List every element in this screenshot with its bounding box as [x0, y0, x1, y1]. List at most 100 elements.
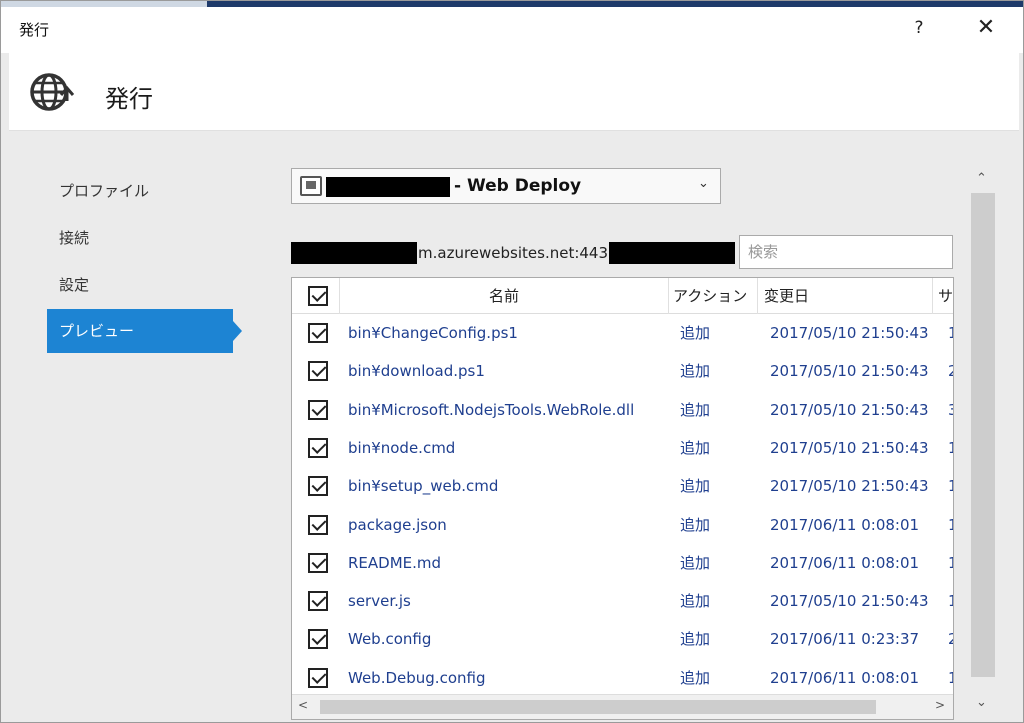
table-row[interactable]: bin¥ChangeConfig.ps1 追加 2017/05/10 21:50:4…: [292, 314, 953, 352]
table-row[interactable]: package.json 追加 2017/06/11 0:08:01 1: [292, 506, 953, 544]
table-header: 名前 アクション 変更日 サ: [292, 278, 953, 314]
row-checkbox[interactable]: [308, 437, 328, 458]
file-name: Web.config: [348, 630, 432, 649]
sidebar-item-profile[interactable]: プロファイル: [47, 169, 233, 213]
vertical-scrollbar[interactable]: ⌃ ⌄: [969, 167, 997, 721]
sidebar-item-preview[interactable]: プレビュー: [47, 309, 242, 353]
file-name: Web.Debug.config: [348, 668, 486, 687]
profile-icon: [300, 176, 322, 196]
column-header-modified[interactable]: 変更日: [764, 278, 932, 314]
column-separator[interactable]: [932, 278, 933, 314]
file-modified-date: 2017/06/11 0:08:01: [770, 553, 920, 572]
window-title: 発行: [19, 21, 50, 39]
table-row[interactable]: bin¥node.cmd 追加 2017/05/10 21:50:43 1: [292, 429, 953, 467]
horizontal-scroll-thumb[interactable]: [320, 700, 876, 714]
profile-dropdown[interactable]: - Web Deploy ⌄: [291, 168, 721, 204]
select-all-checkbox[interactable]: [308, 286, 328, 306]
file-size: 1: [948, 429, 953, 467]
row-checkbox[interactable]: [308, 514, 328, 535]
sidebar-item-connection[interactable]: 接続: [47, 216, 233, 260]
row-checkbox[interactable]: [308, 476, 328, 497]
connection-url: m.azurewebsites.net:443:: [418, 244, 614, 262]
help-button[interactable]: ?: [901, 13, 937, 43]
file-modified-date: 2017/05/10 21:50:43: [770, 477, 929, 496]
file-modified-date: 2017/05/10 21:50:43: [770, 324, 929, 342]
file-size: 1: [948, 467, 953, 505]
scroll-right-icon[interactable]: >: [935, 698, 945, 712]
sidebar-item-settings[interactable]: 設定: [47, 263, 233, 307]
file-name: bin¥ChangeConfig.ps1: [348, 324, 518, 342]
table-row[interactable]: Web.config 追加 2017/06/11 0:23:37 2: [292, 620, 953, 658]
scroll-up-icon[interactable]: ⌃: [976, 171, 987, 186]
table-row[interactable]: Web.Debug.config 追加 2017/06/11 0:08:01 1: [292, 659, 953, 697]
redacted-profile-name: [326, 177, 450, 197]
file-action: 追加: [680, 362, 711, 381]
file-action: 追加: [680, 668, 711, 687]
file-size: 1: [948, 544, 953, 582]
vertical-scroll-thumb[interactable]: [971, 193, 995, 677]
file-size: 1: [948, 506, 953, 544]
file-modified-date: 2017/06/11 0:08:01: [770, 668, 920, 687]
file-modified-date: 2017/05/10 21:50:43: [770, 400, 929, 419]
column-separator[interactable]: [757, 278, 758, 314]
row-checkbox[interactable]: [308, 667, 328, 688]
row-checkbox[interactable]: [308, 399, 328, 420]
row-checkbox[interactable]: [308, 361, 328, 382]
sidebar: プロファイル 接続 設定 プレビュー: [9, 131, 259, 721]
column-separator[interactable]: [668, 278, 669, 314]
file-action: 追加: [680, 515, 711, 534]
file-size: 1: [948, 582, 953, 620]
row-checkbox[interactable]: [308, 591, 328, 612]
scroll-left-icon[interactable]: <: [298, 698, 308, 712]
title-strip-dark: [207, 1, 1023, 7]
file-modified-date: 2017/05/10 21:50:43: [770, 362, 929, 381]
file-name: bin¥setup_web.cmd: [348, 477, 499, 496]
file-action: 追加: [680, 592, 711, 611]
file-name: package.json: [348, 515, 447, 534]
close-button[interactable]: ✕: [965, 13, 1007, 43]
chevron-down-icon: ⌄: [698, 176, 709, 191]
file-action: 追加: [680, 438, 711, 457]
column-header-name[interactable]: 名前: [340, 278, 668, 314]
row-checkbox[interactable]: [308, 323, 328, 343]
file-modified-date: 2017/05/10 21:50:43: [770, 438, 929, 457]
redacted-site-name: [291, 242, 417, 264]
table-row[interactable]: README.md 追加 2017/06/11 0:08:01 1: [292, 544, 953, 582]
file-size: 1: [948, 659, 953, 697]
column-header-action[interactable]: アクション: [673, 278, 757, 314]
title-bar: 発行 ? ✕: [1, 1, 1023, 53]
file-modified-date: 2017/06/11 0:08:01: [770, 515, 920, 534]
file-name: server.js: [348, 592, 411, 611]
title-strip: [1, 1, 207, 7]
page-title: 発行: [105, 85, 153, 113]
file-list-table: 名前 アクション 変更日 サ bin¥ChangeConfig.ps1 追加 201…: [291, 277, 954, 720]
table-row[interactable]: bin¥Microsoft.NodejsTools.WebRole.dll 追加 2…: [292, 391, 953, 429]
file-action: 追加: [680, 553, 711, 572]
row-checkbox[interactable]: [308, 552, 328, 573]
column-header-size[interactable]: サ: [938, 278, 953, 314]
file-name: bin¥Microsoft.NodejsTools.WebRole.dll: [348, 400, 635, 419]
file-action: 追加: [680, 477, 711, 496]
file-modified-date: 2017/06/11 0:23:37: [770, 630, 920, 649]
file-name: README.md: [348, 553, 442, 572]
file-size: 3: [948, 391, 953, 429]
file-name: bin¥download.ps1: [348, 362, 485, 381]
file-name: bin¥node.cmd: [348, 438, 456, 457]
scroll-down-icon[interactable]: ⌄: [976, 695, 987, 710]
publish-dialog: 発行 ? ✕ 発行 プロファイル 接続 設定 プレビュー - Web Deplo…: [0, 0, 1024, 723]
redacted-site-path: [609, 242, 735, 264]
file-size: 2: [948, 620, 953, 658]
file-action: 追加: [680, 324, 711, 342]
profile-label: - Web Deploy: [454, 176, 582, 196]
table-row[interactable]: bin¥setup_web.cmd 追加 2017/05/10 21:50:43 1: [292, 467, 953, 505]
dialog-header: 発行: [9, 53, 1019, 131]
file-action: 追加: [680, 400, 711, 419]
table-row[interactable]: bin¥download.ps1 追加 2017/05/10 21:50:43 2: [292, 352, 953, 390]
row-checkbox[interactable]: [308, 629, 328, 650]
file-modified-date: 2017/05/10 21:50:43: [770, 592, 929, 611]
search-input[interactable]: [739, 235, 953, 269]
table-row[interactable]: server.js 追加 2017/05/10 21:50:43 1: [292, 582, 953, 620]
horizontal-scrollbar[interactable]: < >: [292, 694, 953, 719]
globe-publish-icon: [30, 73, 75, 111]
file-action: 追加: [680, 630, 711, 649]
